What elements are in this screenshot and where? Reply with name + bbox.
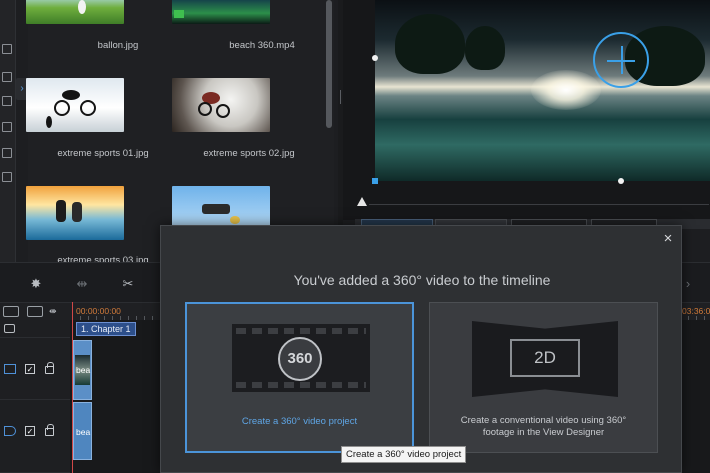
audio-track-icon <box>4 426 16 436</box>
media-thumbnail-extreme-sports-01[interactable] <box>26 78 124 132</box>
video-track-icon <box>4 364 16 374</box>
video-clip[interactable]: bea <box>73 340 92 400</box>
media-thumbnail-ballon[interactable] <box>26 0 124 24</box>
media-label: extreme sports 01.jpg <box>57 148 149 159</box>
track-manager-icon[interactable] <box>3 306 19 317</box>
dialog-title: You've added a 360° video to the timelin… <box>293 272 551 288</box>
preview-seek-bar[interactable] <box>355 193 710 211</box>
timeline-playhead[interactable] <box>72 302 73 473</box>
audio-track-lock-icon[interactable] <box>45 424 54 436</box>
360-video-dialog: × You've added a 360° video to the timel… <box>160 225 682 473</box>
video-clip-label: bea <box>76 365 91 375</box>
create-360-project-label: Create a 360° video project <box>241 416 358 427</box>
media-thumbnail-beach-360[interactable] <box>172 0 270 24</box>
video-track-enable-checkbox[interactable]: ✓ <box>25 364 35 374</box>
list-view-icon[interactable] <box>2 96 12 106</box>
subtitle-icon[interactable] <box>4 324 15 333</box>
filter-icon[interactable] <box>2 44 12 54</box>
audio-track-header: ✓ <box>0 400 70 473</box>
media-label: extreme sports 02.jpg <box>203 148 295 159</box>
tag-icon[interactable] <box>2 148 12 158</box>
resize-handle-bottom[interactable] <box>618 178 624 184</box>
resize-handle-left[interactable] <box>372 55 378 61</box>
create-conventional-video-label: Create a conventional video using 360° f… <box>460 415 627 438</box>
create-360-project-option[interactable]: 360 Create a 360° video project <box>185 302 414 453</box>
media-label: beach 360.mp4 <box>229 40 295 51</box>
magic-tool-icon[interactable]: ✸ <box>28 276 44 292</box>
chapter-track-header <box>0 320 70 338</box>
media-thumbnail-extreme-sports-03[interactable] <box>26 186 124 240</box>
preview-video-frame[interactable] <box>375 0 710 181</box>
chapter-marker[interactable]: 1. Chapter 1 <box>76 322 136 336</box>
timeline-start-time: 00:00:00:00 <box>76 306 121 316</box>
media-library-scrollbar[interactable] <box>326 0 332 128</box>
video-track-header: ✓ <box>0 338 70 400</box>
option-tooltip: Create a 360° video project <box>341 446 467 463</box>
library-icon-strip <box>0 0 16 262</box>
fit-timeline-icon[interactable]: ⇼ <box>49 306 65 317</box>
360-badge-icon: 360 <box>278 337 322 381</box>
timeline-end-time: 03:36:0 <box>682 306 710 316</box>
audio-clip-label: bea <box>76 427 91 437</box>
chapter-view-icon[interactable] <box>27 306 43 317</box>
sort-icon[interactable] <box>2 122 12 132</box>
create-conventional-video-option[interactable]: 2D Create a conventional video using 360… <box>429 302 658 453</box>
sun-glare <box>531 70 601 110</box>
view-direction-crosshair[interactable] <box>593 32 649 88</box>
close-icon[interactable]: × <box>661 231 675 246</box>
resize-handle-corner[interactable] <box>372 178 378 184</box>
media-label: ballon.jpg <box>97 40 139 51</box>
audio-clip[interactable]: bea <box>73 402 92 460</box>
panorama-screen-icon: 2D <box>472 321 618 397</box>
folder-icon[interactable] <box>2 172 12 182</box>
split-trim-icon[interactable]: ⇹ <box>74 276 90 292</box>
audio-track-enable-checkbox[interactable]: ✓ <box>25 426 35 436</box>
media-thumbnail-extreme-sports-02[interactable] <box>172 78 270 132</box>
media-type-icon[interactable] <box>2 72 12 82</box>
video-editor-window: › ballon.jpg beach 360.mp4 extreme sport… <box>0 0 710 473</box>
2d-badge-icon: 2D <box>510 339 580 377</box>
seek-marker-icon[interactable] <box>357 197 367 206</box>
video-track-lock-icon[interactable] <box>45 362 54 374</box>
scissors-icon[interactable]: ✂ <box>120 276 136 292</box>
seek-track <box>369 204 709 205</box>
filmstrip-icon: 360 <box>232 324 370 392</box>
